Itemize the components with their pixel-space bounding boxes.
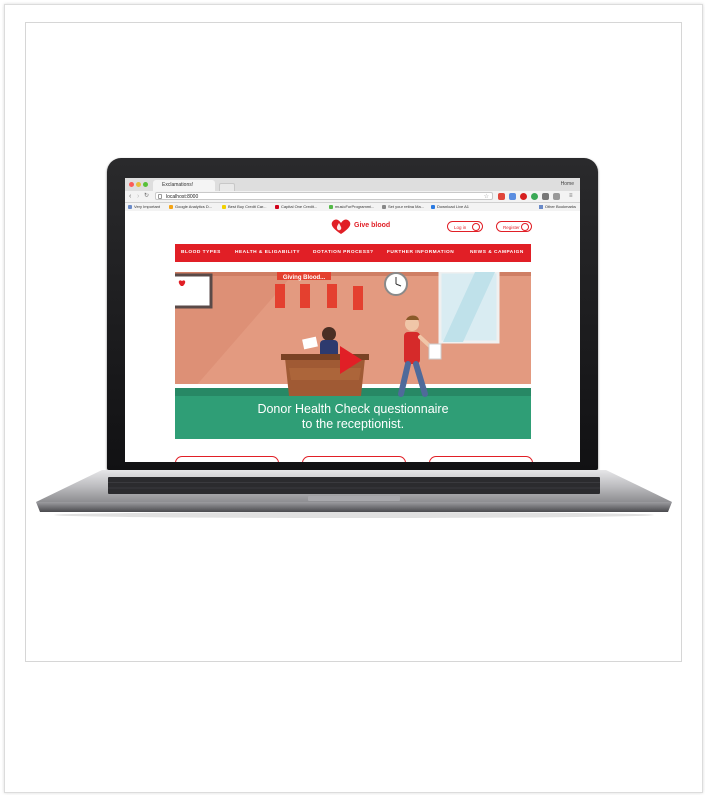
site-logo[interactable]: Give blood	[330, 219, 390, 235]
bookmark-label: Capital One Credit...	[281, 204, 318, 209]
main-nav: BLOOD TYPES HEALTH & ELIGABILITY DOTATIO…	[175, 244, 531, 262]
laptop-keyboard-deck	[36, 470, 672, 518]
user-icon	[472, 223, 480, 231]
blood-drop-heart-icon	[331, 219, 351, 234]
menu-icon[interactable]: ≡	[569, 192, 573, 201]
download-icon	[431, 205, 435, 209]
analytics-icon	[169, 205, 173, 209]
extension-green-icon[interactable]	[531, 193, 538, 200]
extension-grey-icon[interactable]	[542, 193, 549, 200]
nav-dotation-process[interactable]: DOTATION PROCESS?	[313, 244, 374, 262]
nav-further-information[interactable]: FURTHER INFORMATION	[387, 244, 454, 262]
feature-card[interactable]	[302, 456, 406, 462]
feature-cards	[175, 456, 533, 462]
browser-tab[interactable]: Exclamations!	[153, 180, 215, 191]
hero-caption-line1: Donor Health Check questionnaire	[257, 402, 449, 416]
hero-caption-line2: to the receptionist.	[301, 417, 405, 431]
nav-news-campaign[interactable]: NEWS & CAMPAIGN	[470, 244, 524, 262]
poster-title: Giving Blood...	[283, 275, 326, 281]
folder-icon	[128, 205, 132, 209]
browser-toolbar: ‹ › ↻ localhost:8000 ☆ ≡	[125, 191, 580, 203]
laptop-screen: Exclamations! Home ‹ › ↻ localhost:8000 …	[125, 178, 580, 462]
brand-name: Give blood	[354, 222, 391, 229]
bookmark-item[interactable]: Google Analytics D...	[169, 203, 212, 211]
other-bookmarks-label: Other Bookmarks	[544, 204, 576, 209]
bookmark-item[interactable]: Best Buy Credit Car...	[222, 203, 266, 211]
bookmark-item[interactable]: musicForProgrammi...	[329, 203, 374, 211]
address-bar[interactable]: localhost:8000 ☆	[155, 192, 493, 200]
profile-name[interactable]: Home	[561, 181, 574, 187]
site-header: Give blood Log in Register	[125, 211, 580, 243]
laptop-base	[36, 470, 672, 520]
bookmark-label: Very Important	[134, 204, 161, 209]
login-label: Log in	[454, 225, 467, 230]
nav-blood-types[interactable]: BLOOD TYPES	[181, 244, 221, 262]
forward-arrow-icon[interactable]: ›	[137, 192, 139, 201]
bookmark-label: Download Live A1	[437, 204, 470, 209]
register-label: Register	[503, 225, 520, 230]
bookmark-item[interactable]: Download Live A1	[431, 203, 469, 211]
extension-blue-icon[interactable]	[509, 193, 516, 200]
nav-health-eligability[interactable]: HEALTH & ELIGABILITY	[235, 244, 300, 262]
back-arrow-icon[interactable]: ‹	[129, 192, 131, 201]
other-bookmarks[interactable]: Other Bookmarks	[538, 203, 576, 211]
bookmark-item[interactable]: Very Important	[128, 203, 160, 211]
browser-tab-bar: Exclamations! Home	[125, 178, 580, 191]
page-icon	[158, 194, 162, 199]
new-tab-button[interactable]	[219, 183, 235, 191]
bookmark-label: Best Buy Credit Car...	[228, 204, 267, 209]
extension-cast-icon[interactable]	[553, 193, 560, 200]
hero-video[interactable]: Giving Blood... Donor Health Check quest…	[175, 272, 531, 439]
bookmark-item[interactable]: Capital One Credit...	[275, 203, 317, 211]
bookmark-star-icon[interactable]: ☆	[484, 193, 489, 201]
link-icon	[382, 205, 386, 209]
bookmark-label: Google Analytics D...	[175, 204, 213, 209]
user-icon	[521, 223, 529, 231]
bookmark-item[interactable]: Set your retina Ma...	[382, 203, 424, 211]
bookmark-label: musicForProgrammi...	[335, 204, 375, 209]
reload-icon[interactable]: ↻	[144, 192, 149, 201]
capital-one-icon	[275, 205, 279, 209]
feature-card[interactable]	[175, 456, 279, 462]
adblock-icon[interactable]	[520, 193, 527, 200]
extension-red-icon[interactable]	[498, 193, 505, 200]
url-text: localhost:8000	[166, 194, 199, 200]
maximize-window-button[interactable]	[143, 182, 148, 187]
login-button[interactable]: Log in	[447, 221, 483, 232]
bestbuy-icon	[222, 205, 226, 209]
register-button[interactable]: Register	[496, 221, 532, 232]
feature-card[interactable]	[429, 456, 533, 462]
minimize-window-button[interactable]	[136, 182, 141, 187]
close-window-button[interactable]	[129, 182, 134, 187]
bookmark-label: Set your retina Ma...	[388, 204, 425, 209]
music-icon	[329, 205, 333, 209]
folder-icon	[538, 205, 543, 209]
